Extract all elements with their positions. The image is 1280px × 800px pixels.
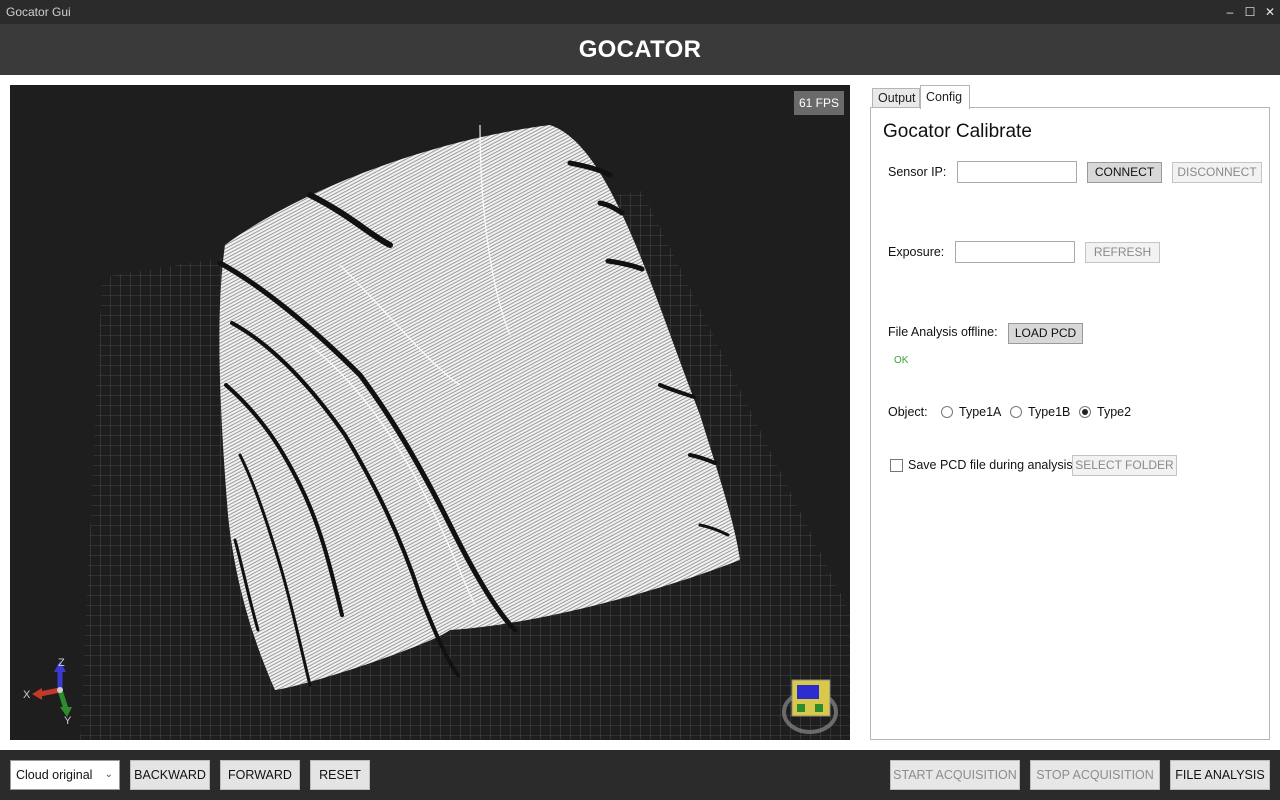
window-titlebar: Gocator Gui – ☐ ✕ (0, 0, 1280, 24)
brand-title: GOCATOR (578, 36, 702, 63)
exposure-input[interactable] (955, 241, 1075, 263)
main-area: 61 FPS Z X Y Output Config Gocator Calib… (0, 75, 1280, 750)
radio-type2[interactable] (1079, 406, 1091, 418)
backward-button[interactable]: BACKWARD (130, 760, 210, 790)
radio-type1a-label[interactable]: Type1A (959, 405, 1001, 419)
point-cloud-viewer[interactable]: 61 FPS Z X Y (10, 85, 850, 740)
sensor-ip-input[interactable] (957, 161, 1077, 183)
disconnect-button[interactable]: DISCONNECT (1172, 162, 1262, 183)
load-pcd-button[interactable]: LOAD PCD (1008, 323, 1083, 344)
maximize-icon[interactable]: ☐ (1242, 4, 1258, 20)
file-analysis-button[interactable]: FILE ANALYSIS (1170, 760, 1270, 790)
bottom-toolbar: Cloud original ⌄ BACKWARD FORWARD RESET … (0, 750, 1280, 800)
tab-output[interactable]: Output (872, 88, 920, 108)
radio-type1a[interactable] (941, 406, 953, 418)
stop-acquisition-button[interactable]: STOP ACQUISITION (1030, 760, 1160, 790)
refresh-button[interactable]: REFRESH (1085, 242, 1160, 263)
chevron-down-icon: ⌄ (104, 769, 113, 780)
radio-type1b-label[interactable]: Type1B (1028, 405, 1070, 419)
radio-type2-label[interactable]: Type2 (1097, 405, 1131, 419)
connect-button[interactable]: CONNECT (1087, 162, 1162, 183)
file-analysis-offline-label: File Analysis offline: (888, 325, 998, 339)
save-pcd-label[interactable]: Save PCD file during analysis (908, 458, 1073, 472)
axis-label-x: X (23, 689, 31, 701)
config-panel: Gocator Calibrate Sensor IP: CONNECT DIS… (870, 107, 1270, 740)
select-folder-button[interactable]: SELECT FOLDER (1072, 455, 1177, 476)
axis-label-y: Y (64, 715, 72, 727)
minimize-icon[interactable]: – (1222, 4, 1238, 20)
radio-type1b[interactable] (1010, 406, 1022, 418)
tab-config[interactable]: Config (920, 85, 970, 109)
sensor-ip-label: Sensor IP: (888, 165, 947, 179)
window-title: Gocator Gui (6, 5, 71, 19)
exposure-label: Exposure: (888, 245, 945, 259)
save-pcd-checkbox[interactable] (890, 459, 903, 472)
object-label: Object: (888, 405, 928, 419)
reset-button[interactable]: RESET (310, 760, 370, 790)
start-acquisition-button[interactable]: START ACQUISITION (890, 760, 1020, 790)
status-text: OK (894, 355, 909, 366)
axis-label-z: Z (58, 657, 65, 669)
panel-title: Gocator Calibrate (883, 121, 1032, 142)
app-header: GOCATOR (0, 24, 1280, 75)
close-icon[interactable]: ✕ (1262, 4, 1278, 20)
fps-badge: 61 FPS (793, 91, 844, 115)
forward-button[interactable]: FORWARD (220, 760, 300, 790)
cloud-select[interactable]: Cloud original ⌄ (10, 760, 120, 790)
cloud-select-value: Cloud original (16, 768, 93, 782)
axis-gizmo (32, 661, 72, 717)
point-cloud-canvas[interactable] (10, 85, 850, 740)
